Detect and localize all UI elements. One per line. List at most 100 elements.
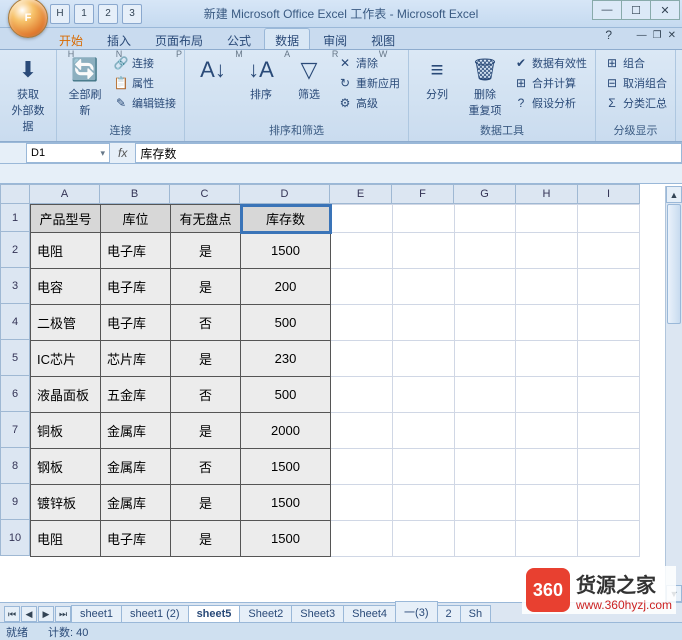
data-cell[interactable]: 否 bbox=[171, 305, 241, 341]
data-cell[interactable]: 1500 bbox=[241, 233, 331, 269]
ribbon-btn-删除重复项[interactable]: 🗑删除重复项 bbox=[463, 52, 507, 120]
data-cell[interactable]: 500 bbox=[241, 305, 331, 341]
minimize-button[interactable]: — bbox=[592, 0, 622, 20]
cell[interactable] bbox=[454, 341, 516, 377]
tab-开始[interactable]: 开始H bbox=[48, 28, 94, 49]
row-header-6[interactable]: 6 bbox=[0, 376, 30, 412]
qat-save[interactable]: H bbox=[50, 4, 70, 24]
cell[interactable] bbox=[454, 449, 516, 485]
sheet-nav-2[interactable]: ▶ bbox=[38, 606, 54, 622]
data-cell[interactable]: 电子库 bbox=[101, 233, 171, 269]
col-header-B[interactable]: B bbox=[100, 184, 170, 204]
qat-redo[interactable]: 2 bbox=[98, 4, 118, 24]
qat-more[interactable]: 3 bbox=[122, 4, 142, 24]
scroll-up-icon[interactable]: ▲ bbox=[666, 186, 682, 203]
cell[interactable] bbox=[331, 305, 393, 341]
data-cell[interactable]: 液晶面板 bbox=[31, 377, 101, 413]
tab-公式[interactable]: 公式M bbox=[216, 28, 262, 49]
tab-视图[interactable]: 视图W bbox=[360, 28, 406, 49]
sheet-tab-sheet5[interactable]: sheet5 bbox=[188, 605, 241, 622]
data-cell[interactable]: 200 bbox=[241, 269, 331, 305]
cell[interactable] bbox=[392, 305, 454, 341]
data-cell[interactable]: 电容 bbox=[31, 269, 101, 305]
cell[interactable] bbox=[516, 413, 578, 449]
sheet-tab-2[interactable]: 2 bbox=[437, 605, 461, 622]
row-header-8[interactable]: 8 bbox=[0, 448, 30, 484]
ribbon-btn-分类汇总[interactable]: Σ分类汇总 bbox=[602, 94, 669, 112]
ribbon-btn-排序[interactable]: ↓A排序 bbox=[239, 52, 283, 104]
data-cell[interactable]: 金属库 bbox=[101, 485, 171, 521]
col-header-D[interactable]: D bbox=[240, 184, 330, 204]
ribbon-btn-[interactable]: A↓ bbox=[191, 52, 235, 88]
sheet-nav-3[interactable]: ⏭ bbox=[55, 606, 71, 622]
close-button[interactable]: ✕ bbox=[650, 0, 680, 20]
cell[interactable] bbox=[454, 521, 516, 557]
cell[interactable] bbox=[578, 413, 640, 449]
data-cell[interactable]: 金属库 bbox=[101, 449, 171, 485]
data-cell[interactable]: 电子库 bbox=[101, 269, 171, 305]
ribbon-btn-属性[interactable]: 📋属性 bbox=[111, 74, 178, 92]
cell[interactable] bbox=[578, 449, 640, 485]
help-icon[interactable]: ? bbox=[605, 28, 612, 49]
cell[interactable] bbox=[516, 305, 578, 341]
row-header-7[interactable]: 7 bbox=[0, 412, 30, 448]
data-cell[interactable]: 电阻 bbox=[31, 233, 101, 269]
header-cell[interactable]: 库位 bbox=[101, 205, 171, 233]
cell[interactable] bbox=[331, 269, 393, 305]
cell[interactable] bbox=[516, 269, 578, 305]
cell[interactable] bbox=[331, 341, 393, 377]
ribbon-btn-数据有效性[interactable]: ✔数据有效性 bbox=[511, 54, 589, 72]
row-header-5[interactable]: 5 bbox=[0, 340, 30, 376]
row-header-3[interactable]: 3 bbox=[0, 268, 30, 304]
data-cell[interactable]: 1500 bbox=[241, 449, 331, 485]
data-cell[interactable]: 镀锌板 bbox=[31, 485, 101, 521]
ribbon-btn-获取外部数据[interactable]: ⬇获取外部数据 bbox=[6, 52, 50, 136]
cell[interactable] bbox=[516, 449, 578, 485]
cell[interactable] bbox=[516, 341, 578, 377]
ribbon-btn-合并计算[interactable]: ⊞合并计算 bbox=[511, 74, 589, 92]
col-header-F[interactable]: F bbox=[392, 184, 454, 204]
data-cell[interactable]: 电子库 bbox=[101, 521, 171, 557]
cell[interactable] bbox=[454, 377, 516, 413]
data-cell[interactable]: 是 bbox=[171, 269, 241, 305]
data-cell[interactable]: 芯片库 bbox=[101, 341, 171, 377]
doc-restore[interactable]: ❐ bbox=[653, 30, 662, 41]
row-header-9[interactable]: 9 bbox=[0, 484, 30, 520]
cell[interactable] bbox=[331, 485, 393, 521]
data-cell[interactable]: 是 bbox=[171, 413, 241, 449]
cell[interactable] bbox=[578, 233, 640, 269]
cell[interactable] bbox=[454, 205, 516, 233]
qat-undo[interactable]: 1 bbox=[74, 4, 94, 24]
ribbon-btn-连接[interactable]: 🔗连接 bbox=[111, 54, 178, 72]
row-header-10[interactable]: 10 bbox=[0, 520, 30, 556]
cell[interactable] bbox=[516, 377, 578, 413]
col-header-C[interactable]: C bbox=[170, 184, 240, 204]
data-cell[interactable]: 是 bbox=[171, 521, 241, 557]
header-cell[interactable]: 有无盘点 bbox=[171, 205, 241, 233]
cell[interactable] bbox=[331, 413, 393, 449]
cell[interactable] bbox=[454, 269, 516, 305]
ribbon-btn-重新应用[interactable]: ↻重新应用 bbox=[335, 74, 402, 92]
formula-bar[interactable]: 库存数 bbox=[135, 143, 682, 163]
cell[interactable] bbox=[331, 205, 393, 233]
tab-插入[interactable]: 插入N bbox=[96, 28, 142, 49]
cell[interactable] bbox=[578, 269, 640, 305]
data-cell[interactable]: 电阻 bbox=[31, 521, 101, 557]
cell[interactable] bbox=[454, 413, 516, 449]
sheet-nav-0[interactable]: ⏮ bbox=[4, 606, 20, 622]
header-cell[interactable]: 产品型号 bbox=[31, 205, 101, 233]
data-cell[interactable]: 二极管 bbox=[31, 305, 101, 341]
ribbon-btn-分列[interactable]: ≡分列 bbox=[415, 52, 459, 104]
ribbon-btn-清除[interactable]: ✕清除 bbox=[335, 54, 402, 72]
vertical-scrollbar[interactable]: ▲ ▼ bbox=[665, 186, 682, 602]
cell[interactable] bbox=[392, 205, 454, 233]
data-cell[interactable]: 1500 bbox=[241, 485, 331, 521]
cell[interactable] bbox=[454, 233, 516, 269]
data-cell[interactable]: 钢板 bbox=[31, 449, 101, 485]
sheet-tab-一(3)[interactable]: 一(3) bbox=[395, 601, 437, 622]
tab-审阅[interactable]: 审阅R bbox=[312, 28, 358, 49]
doc-minimize[interactable]: — bbox=[637, 30, 647, 41]
ribbon-btn-全部刷新[interactable]: 🔄全部刷新 bbox=[63, 52, 107, 120]
cell[interactable] bbox=[392, 521, 454, 557]
sheet-tab-Sheet4[interactable]: Sheet4 bbox=[343, 605, 396, 622]
